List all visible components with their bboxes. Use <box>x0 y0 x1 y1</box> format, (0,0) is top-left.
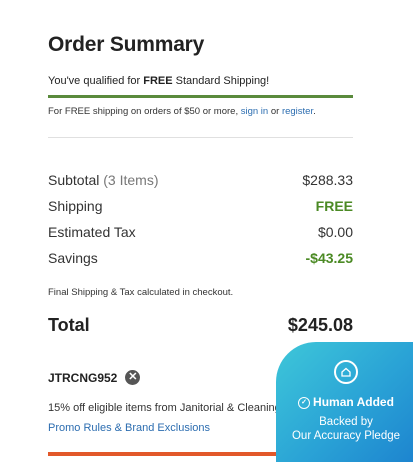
promo-code-text: JTRCNG952 <box>48 370 118 385</box>
total-label: Total <box>48 315 90 335</box>
qualified-message: You've qualified for FREE Standard Shipp… <box>48 75 269 87</box>
check-icon: ✓ <box>298 396 311 409</box>
qualified-prefix: You've qualified for <box>48 75 144 87</box>
item-count: (3 Items) <box>103 172 159 188</box>
badge-title: ✓ Human Added <box>276 395 413 409</box>
or-text: or <box>268 106 282 117</box>
badge-subtitle: Backed by Our Accuracy Pledge <box>276 415 413 443</box>
qualified-suffix: Standard Shipping! <box>172 75 270 87</box>
subtotal-row: Subtotal (3 Items) $288.33 <box>48 172 353 188</box>
subtotal-label: Subtotal <box>48 172 100 188</box>
tax-label: Estimated Tax <box>48 224 136 240</box>
page-title: Order Summary <box>48 33 205 56</box>
tax-row: Estimated Tax $0.00 <box>48 224 353 240</box>
savings-value: -$43.25 <box>305 250 353 266</box>
divider <box>48 137 353 138</box>
total-value: $245.08 <box>287 315 353 335</box>
qualified-free: FREE <box>143 75 173 87</box>
remove-promo-icon[interactable]: ✕ <box>125 370 141 385</box>
free-shipping-text: For FREE shipping on orders of $50 or mo… <box>48 106 241 117</box>
promo-rules-link[interactable]: Promo Rules & Brand Exclusions <box>48 422 210 434</box>
home-icon <box>334 360 358 384</box>
shipping-label: Shipping <box>48 198 103 214</box>
shipping-value: FREE <box>315 198 353 214</box>
tax-value: $0.00 <box>317 224 353 240</box>
badge-title-text: Human Added <box>313 395 394 409</box>
sign-in-link[interactable]: sign in <box>241 106 268 117</box>
total-row: Total $245.08 <box>48 315 353 336</box>
free-shipping-note: For FREE shipping on orders of $50 or mo… <box>48 106 316 117</box>
promo-code: JTRCNG952 ✕ <box>48 370 141 385</box>
subtotal-label-group: Subtotal (3 Items) <box>48 172 159 188</box>
savings-row: Savings -$43.25 <box>48 250 353 266</box>
accuracy-pledge-badge[interactable]: ✓ Human Added Backed by Our Accuracy Pledg… <box>276 342 413 462</box>
subtotal-value: $288.33 <box>302 172 353 188</box>
savings-label: Savings <box>48 250 98 266</box>
badge-line-backed: Backed by <box>319 416 373 428</box>
shipping-progress-bar <box>48 95 353 98</box>
calculation-note: Final Shipping & Tax calculated in check… <box>48 287 234 298</box>
shipping-row: Shipping FREE <box>48 198 353 214</box>
badge-line-pledge: Our Accuracy Pledge <box>291 430 401 442</box>
period-text: . <box>313 106 316 117</box>
register-link[interactable]: register <box>282 106 313 117</box>
